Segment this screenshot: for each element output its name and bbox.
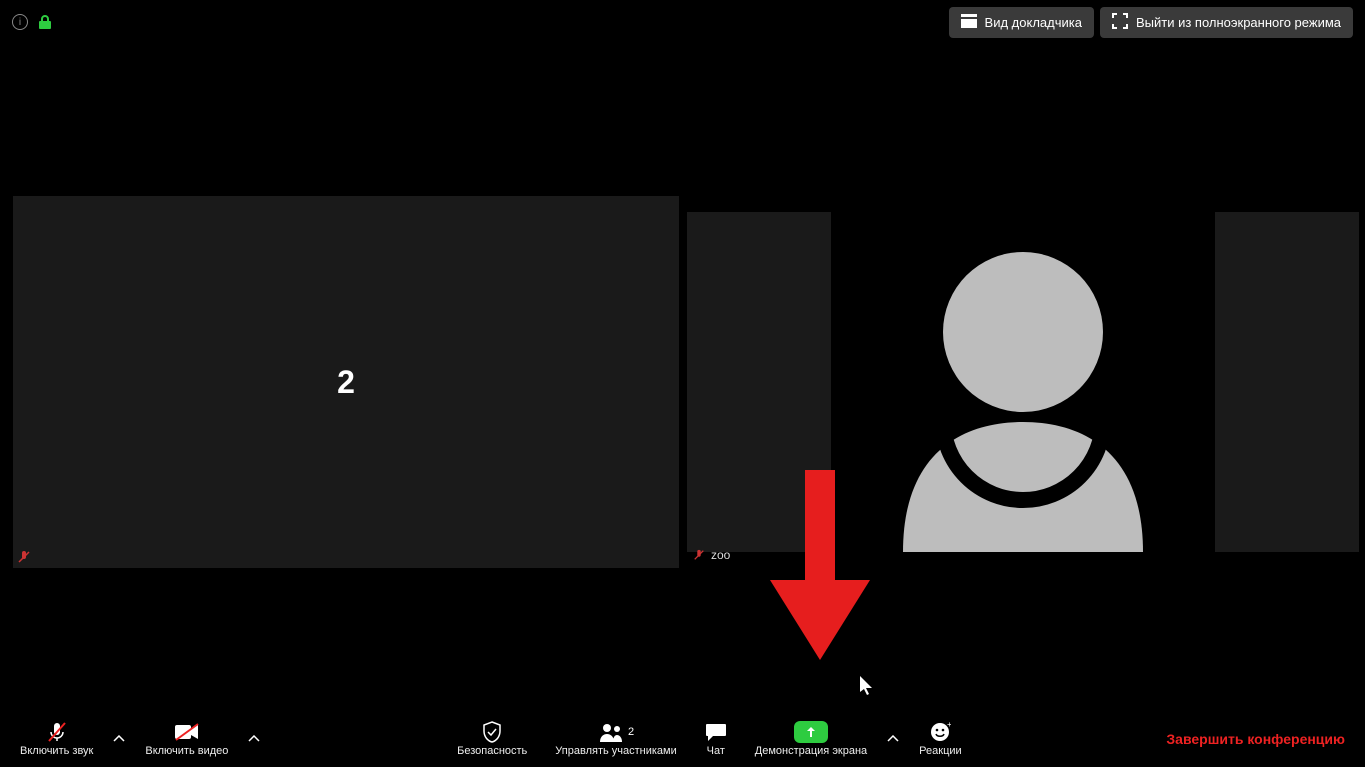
participant-tile-1[interactable]: 2 <box>13 196 679 568</box>
share-screen-icon <box>794 721 828 743</box>
avatar-placeholder-icon <box>853 212 1193 552</box>
grid-icon <box>961 14 977 31</box>
svg-text:+: + <box>947 721 951 729</box>
annotation-arrow-icon <box>770 470 870 650</box>
share-label: Демонстрация экрана <box>755 745 867 757</box>
speaker-view-label: Вид докладчика <box>985 15 1082 30</box>
mouse-cursor-icon <box>860 676 874 701</box>
chat-button[interactable]: Чат <box>691 717 741 761</box>
exit-fullscreen-button[interactable]: Выйти из полноэкранного режима <box>1100 7 1353 38</box>
exit-fullscreen-icon <box>1112 13 1128 32</box>
share-menu-chevron[interactable] <box>881 719 905 759</box>
chat-label: Чат <box>707 745 725 757</box>
share-screen-button[interactable]: Демонстрация экрана <box>741 717 881 761</box>
participants-icon: 2 <box>598 721 634 743</box>
security-label: Безопасность <box>457 745 527 757</box>
top-right-group: Вид докладчика Выйти из полноэкранного р… <box>949 7 1353 38</box>
right-controls: Завершить конференцию <box>1152 723 1359 755</box>
speaker-view-button[interactable]: Вид докладчика <box>949 7 1094 38</box>
center-controls: Безопасность 2 Управлять участниками Чат… <box>443 717 976 761</box>
unmute-audio-button[interactable]: Включить звук <box>6 717 107 761</box>
participants-count-badge: 2 <box>628 726 634 738</box>
audio-label: Включить звук <box>20 745 93 757</box>
mic-muted-icon <box>17 550 31 564</box>
bottom-toolbar: Включить звук Включить видео Безопасност… <box>0 711 1365 767</box>
reactions-label: Реакции <box>919 745 962 757</box>
video-menu-chevron[interactable] <box>242 719 266 759</box>
chat-icon <box>705 721 727 743</box>
shield-icon <box>482 721 502 743</box>
security-button[interactable]: Безопасность <box>443 717 541 761</box>
mic-muted-icon <box>693 549 705 561</box>
video-grid: 2 zoo <box>13 196 1359 568</box>
reactions-button[interactable]: + Реакции <box>905 717 976 761</box>
participants-label: Управлять участниками <box>555 745 676 757</box>
mic-off-icon <box>45 721 69 743</box>
participant-avatar-text: 2 <box>337 364 355 401</box>
video-label: Включить видео <box>145 745 228 757</box>
exit-fullscreen-label: Выйти из полноэкранного режима <box>1136 15 1341 30</box>
tile-padding-right <box>1215 212 1359 552</box>
participant-2-label: zoo <box>693 548 730 562</box>
participant-1-label <box>17 550 31 564</box>
top-left-group: i <box>12 14 52 30</box>
smiley-icon: + <box>929 721 951 743</box>
top-bar: i Вид докладчика Выйти из полноэкранного… <box>0 0 1365 44</box>
audio-video-group: Включить звук Включить видео <box>6 717 266 761</box>
participant-2-name: zoo <box>711 548 730 562</box>
start-video-button[interactable]: Включить видео <box>131 717 242 761</box>
audio-menu-chevron[interactable] <box>107 719 131 759</box>
info-icon[interactable]: i <box>12 14 28 30</box>
encryption-lock-icon[interactable] <box>38 14 52 30</box>
participants-button[interactable]: 2 Управлять участниками <box>541 717 690 761</box>
camera-off-icon <box>174 721 200 743</box>
end-meeting-button[interactable]: Завершить конференцию <box>1152 723 1359 755</box>
